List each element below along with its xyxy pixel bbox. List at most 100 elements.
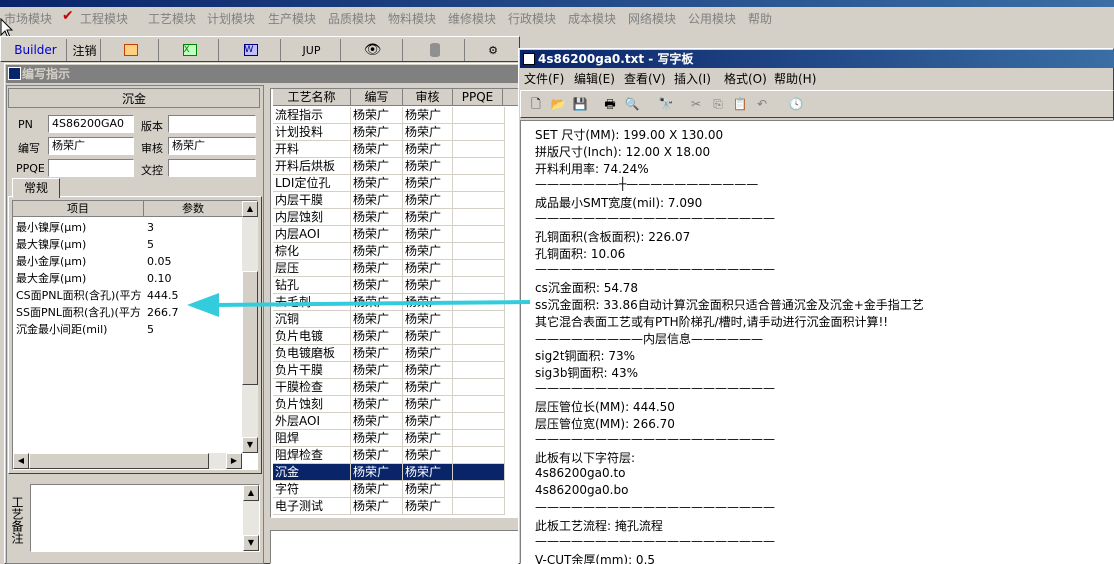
reviewer-field[interactable]: 杨荣广 <box>168 137 256 155</box>
grid-header-item[interactable]: 项目 <box>13 201 144 217</box>
settings-icon[interactable]: ⚙ <box>467 39 519 61</box>
table-row[interactable]: 字符 杨荣广 杨荣广 <box>273 481 519 498</box>
main-toolbar: Builder 注销 X W JUP 👁 ⚙ <box>0 36 520 62</box>
menu-help[interactable]: 帮助 <box>748 10 772 27</box>
cell-name: 棕化 <box>273 243 351 260</box>
cell-ppqe <box>453 260 505 277</box>
grid-header-value[interactable]: 参数 <box>144 201 243 217</box>
cell-name: 阻焊检查 <box>273 447 351 464</box>
table-row[interactable]: 外层AOI 杨荣广 杨荣广 <box>273 413 519 430</box>
table-row[interactable]: 层压 杨荣广 杨荣广 <box>273 260 519 277</box>
print-icon[interactable]: 🖶 <box>599 94 621 116</box>
scroll-right-icon[interactable]: ▶ <box>226 453 242 469</box>
notes-scrollbar[interactable]: ▲ ▼ <box>243 485 259 551</box>
table-header-ppqe[interactable]: PPQE <box>453 89 503 106</box>
menu-cost[interactable]: 成本模块 <box>568 10 616 27</box>
menu-quality[interactable]: 品质模块 <box>328 10 376 27</box>
table-row[interactable]: 计划投料 杨荣广 杨荣广 <box>273 124 519 141</box>
insert-datetime-icon[interactable]: 🕓 <box>785 94 807 116</box>
table-row[interactable]: 开料后烘板 杨荣广 杨荣广 <box>273 158 519 175</box>
find-icon[interactable]: 🔭 <box>655 94 677 116</box>
cell-ppqe <box>453 175 505 192</box>
undo-icon[interactable]: ↶ <box>751 94 773 116</box>
table-row[interactable]: 内层干膜 杨荣广 杨荣广 <box>273 192 519 209</box>
paste-icon[interactable]: 📋 <box>729 94 751 116</box>
logout-button[interactable]: 注销 <box>69 39 101 61</box>
wordpad-title: 4s86200ga0.txt - 写字板 <box>538 52 694 66</box>
scroll-left-icon[interactable]: ◀ <box>13 453 29 469</box>
hscroll-thumb[interactable] <box>29 453 209 469</box>
database-icon[interactable] <box>405 39 465 61</box>
ppt-export-button[interactable] <box>103 39 159 61</box>
grid-row[interactable]: 沉金最小间距(mil) 5 <box>13 321 243 338</box>
cell-reviewer: 杨荣广 <box>403 141 453 158</box>
table-row[interactable]: 内层AOI 杨荣广 杨荣广 <box>273 226 519 243</box>
builder-button[interactable]: Builder <box>5 39 67 61</box>
table-row[interactable]: LDI定位孔 杨荣广 杨荣广 <box>273 175 519 192</box>
table-row[interactable]: 负片电镀 杨荣广 杨荣广 <box>273 328 519 345</box>
table-row[interactable]: 内层蚀刻 杨荣广 杨荣广 <box>273 209 519 226</box>
menu-maintenance[interactable]: 维修模块 <box>448 10 496 27</box>
wp-menu-format[interactable]: 格式(O) <box>724 70 767 87</box>
grid-horizontal-scrollbar[interactable]: ◀ ▶ <box>13 453 242 469</box>
wp-menu-edit[interactable]: 编辑(E) <box>574 70 615 87</box>
ppqe-field[interactable] <box>48 159 134 177</box>
cell-name: 字符 <box>273 481 351 498</box>
writer-field[interactable]: 杨荣广 <box>48 137 134 155</box>
table-header-writer[interactable]: 编写 <box>351 89 403 106</box>
grid-vertical-scrollbar[interactable]: ▲ ▼ <box>242 201 258 453</box>
table-row[interactable]: 开料 杨荣广 杨荣广 <box>273 141 519 158</box>
cut-icon[interactable]: ✂ <box>685 94 707 116</box>
grid-row[interactable]: 最大金厚(μm) 0.10 <box>13 270 243 287</box>
view-eye-icon[interactable]: 👁 <box>343 39 403 61</box>
grid-row[interactable]: 最小金厚(μm) 0.05 <box>13 253 243 270</box>
menu-engineering[interactable]: 工程模块 <box>80 10 128 27</box>
jup-button[interactable]: JUP <box>283 39 341 61</box>
table-row[interactable]: 干膜检查 杨荣广 杨荣广 <box>273 379 519 396</box>
menu-craft[interactable]: 工艺模块 <box>148 10 196 27</box>
wp-menu-insert[interactable]: 插入(I) <box>674 70 711 87</box>
wp-menu-view[interactable]: 查看(V) <box>624 70 666 87</box>
wp-menu-help[interactable]: 帮助(H) <box>774 70 816 87</box>
scroll-up-icon[interactable]: ▲ <box>243 485 259 501</box>
new-document-icon[interactable]: 🗋 <box>525 94 547 116</box>
menu-network[interactable]: 网络模块 <box>628 10 676 27</box>
word-export-button[interactable]: W <box>221 39 281 61</box>
pn-field[interactable]: 4S86200GA0 <box>48 115 134 133</box>
table-row[interactable]: 阻焊 杨荣广 杨荣广 <box>273 430 519 447</box>
grid-row[interactable]: 最小镍厚(μm) 3 <box>13 219 243 236</box>
menu-production[interactable]: 生产模块 <box>268 10 316 27</box>
save-icon[interactable]: 💾 <box>569 94 591 116</box>
scroll-down-icon[interactable]: ▼ <box>243 535 259 551</box>
tab-normal[interactable]: 常规 <box>12 178 60 198</box>
wordpad-document[interactable]: SET 尺寸(MM): 199.00 X 130.00 拼版尺寸(Inch): 1… <box>520 120 1114 564</box>
copy-icon[interactable]: ⎘ <box>707 94 729 116</box>
version-field[interactable] <box>168 115 256 133</box>
window-icon <box>8 67 21 80</box>
control-field[interactable] <box>168 159 256 177</box>
table-row[interactable]: 负片干膜 杨荣广 杨荣广 <box>273 362 519 379</box>
cell-ppqe <box>453 413 505 430</box>
menu-plan[interactable]: 计划模块 <box>207 10 255 27</box>
table-header-reviewer[interactable]: 审核 <box>403 89 453 106</box>
table-row[interactable]: 负片蚀刻 杨荣广 杨荣广 <box>273 396 519 413</box>
print-preview-icon[interactable]: 🔍 <box>621 94 643 116</box>
wp-menu-file[interactable]: 文件(F) <box>524 70 564 87</box>
table-row[interactable]: 电子测试 杨荣广 杨荣广 <box>273 498 519 515</box>
excel-export-button[interactable]: X <box>161 39 219 61</box>
scroll-down-icon[interactable]: ▼ <box>242 437 258 453</box>
scroll-thumb[interactable] <box>242 271 258 385</box>
grid-row[interactable]: 最大镍厚(μm) 5 <box>13 236 243 253</box>
scroll-up-icon[interactable]: ▲ <box>242 201 258 217</box>
open-folder-icon[interactable]: 📂 <box>547 94 569 116</box>
notes-textarea[interactable]: ▲ ▼ <box>30 484 260 552</box>
menu-common[interactable]: 公用模块 <box>688 10 736 27</box>
process-remark-box[interactable] <box>270 530 520 564</box>
table-row[interactable]: 阻焊检查 杨荣广 杨荣广 <box>273 447 519 464</box>
table-row[interactable]: 负电镀磨板 杨荣广 杨荣广 <box>273 345 519 362</box>
table-row[interactable]: 棕化 杨荣广 杨荣广 <box>273 243 519 260</box>
table-header-name[interactable]: 工艺名称 <box>273 89 351 106</box>
table-row[interactable]: 流程指示 杨荣广 杨荣广 <box>273 107 519 124</box>
menu-material[interactable]: 物料模块 <box>388 10 436 27</box>
table-row[interactable]: 沉金 杨荣广 杨荣广 <box>273 464 519 481</box>
